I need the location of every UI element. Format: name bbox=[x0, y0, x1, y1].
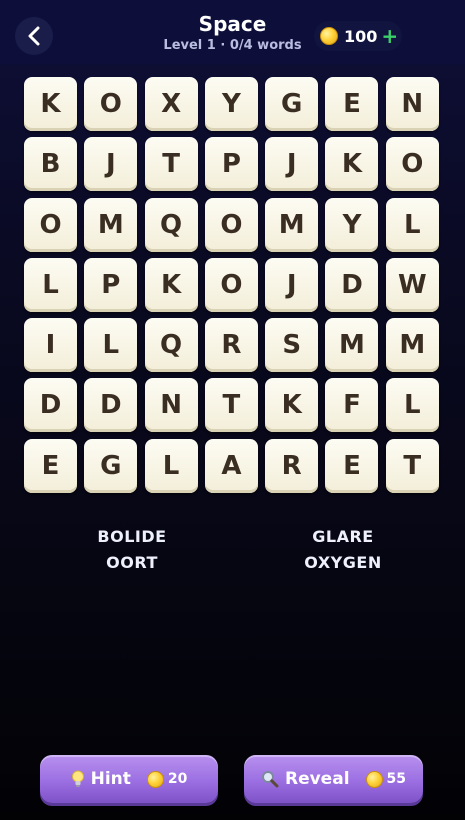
letter-tile[interactable]: P bbox=[84, 257, 138, 312]
letter-tile[interactable]: Y bbox=[325, 197, 379, 252]
letter-tile[interactable]: Q bbox=[144, 318, 198, 373]
letter-tile[interactable]: J bbox=[265, 137, 319, 192]
letter-tile[interactable]: D bbox=[84, 378, 138, 433]
letter-tile[interactable]: O bbox=[204, 257, 258, 312]
letter-tile[interactable]: P bbox=[204, 137, 258, 192]
word-item: OXYGEN bbox=[304, 553, 382, 572]
letter-tile[interactable]: L bbox=[84, 318, 138, 373]
letter-tile[interactable]: K bbox=[24, 77, 77, 131]
letter-tile[interactable]: R bbox=[204, 318, 258, 373]
top-bar: Space Level 1 · 0/4 words 100 + bbox=[0, 0, 465, 64]
letter-tile[interactable]: N bbox=[144, 378, 198, 433]
word-item: OORT bbox=[106, 553, 158, 572]
letter-tile[interactable]: J bbox=[265, 257, 319, 312]
coin-icon bbox=[146, 770, 164, 788]
letter-tile[interactable]: L bbox=[385, 378, 439, 433]
letter-tile[interactable]: M bbox=[385, 318, 439, 373]
reveal-cost: 55 bbox=[386, 771, 406, 787]
coin-icon bbox=[365, 770, 383, 788]
letter-tile[interactable]: E bbox=[325, 77, 379, 131]
letter-tile[interactable]: W bbox=[385, 257, 439, 312]
letter-tile[interactable]: D bbox=[325, 257, 379, 312]
letter-tile[interactable]: K bbox=[325, 137, 379, 192]
letter-tile[interactable]: T bbox=[204, 378, 258, 433]
letter-tile[interactable]: B bbox=[24, 137, 77, 192]
hint-cost: 20 bbox=[167, 771, 188, 787]
letter-tile[interactable]: G bbox=[84, 438, 138, 493]
letter-tile[interactable]: F bbox=[325, 378, 379, 433]
letter-tile[interactable]: K bbox=[265, 378, 319, 433]
letter-tile[interactable]: D bbox=[24, 378, 77, 433]
letter-tile[interactable]: Y bbox=[204, 77, 258, 131]
add-coins-button[interactable]: + bbox=[381, 26, 398, 46]
letter-tile[interactable]: X bbox=[144, 77, 198, 131]
letter-tile[interactable]: N bbox=[385, 77, 439, 131]
magnifier-icon bbox=[261, 770, 279, 788]
letter-tile[interactable]: O bbox=[24, 197, 77, 252]
letter-tile[interactable]: E bbox=[325, 438, 379, 493]
letter-tile[interactable]: O bbox=[385, 137, 439, 192]
reveal-label: Reveal bbox=[284, 769, 350, 789]
hint-label: Hint bbox=[90, 769, 131, 789]
letter-tile[interactable]: O bbox=[84, 77, 138, 131]
letter-tile[interactable]: L bbox=[24, 257, 77, 312]
letter-tile[interactable]: S bbox=[265, 318, 319, 373]
letter-tile[interactable]: G bbox=[265, 77, 319, 131]
letter-tile[interactable]: E bbox=[24, 438, 77, 493]
letter-tile[interactable]: Q bbox=[144, 197, 198, 252]
letter-tile[interactable]: M bbox=[325, 318, 379, 373]
letter-tile[interactable]: L bbox=[385, 197, 439, 252]
letter-tile[interactable]: I bbox=[24, 318, 77, 373]
letter-tile[interactable]: J bbox=[84, 137, 138, 192]
letter-tile[interactable]: T bbox=[144, 137, 198, 192]
lightbulb-icon bbox=[71, 770, 85, 788]
coin-balance[interactable]: 100 + bbox=[314, 21, 402, 51]
word-item: GLARE bbox=[312, 527, 374, 546]
coin-count: 100 bbox=[344, 26, 378, 46]
word-item: BOLIDE bbox=[97, 527, 167, 546]
letter-grid[interactable]: KOXYGENBJTPJKOOMQOMYLLPKOJDWILQRSMMDDNTK… bbox=[24, 77, 439, 493]
letter-tile[interactable]: L bbox=[144, 438, 198, 493]
letter-tile[interactable]: M bbox=[84, 197, 138, 252]
word-list: BOLIDE GLARE OORT OXYGEN bbox=[0, 527, 465, 587]
letter-tile[interactable]: O bbox=[204, 197, 258, 252]
letter-tile[interactable]: M bbox=[265, 197, 319, 252]
coin-icon bbox=[320, 27, 338, 45]
hint-button[interactable]: Hint 20 bbox=[40, 755, 218, 803]
letter-tile[interactable]: R bbox=[265, 438, 319, 493]
letter-tile[interactable]: T bbox=[385, 438, 439, 493]
reveal-button[interactable]: Reveal 55 bbox=[244, 755, 423, 803]
letter-tile[interactable]: A bbox=[204, 438, 258, 493]
letter-tile[interactable]: K bbox=[144, 257, 198, 312]
